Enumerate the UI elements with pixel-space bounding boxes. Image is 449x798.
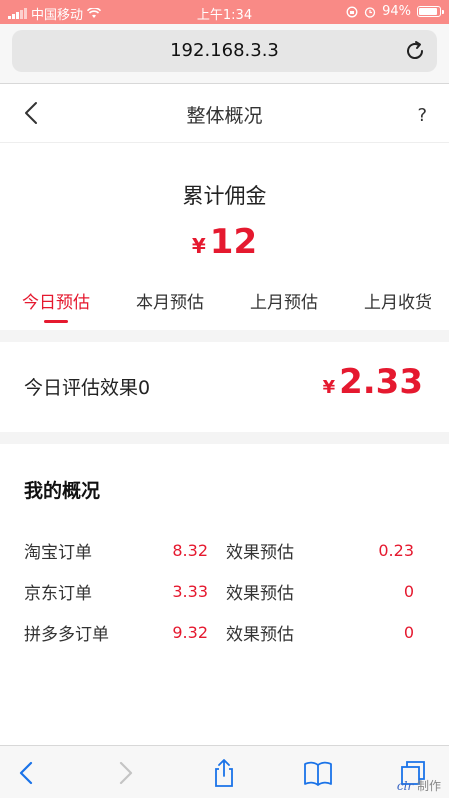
list-item: 淘宝订单 8.32 效果预估 0.23	[24, 530, 414, 571]
browser-back-icon[interactable]	[12, 758, 42, 788]
battery-fill	[419, 8, 437, 15]
alarm-icon	[364, 6, 376, 18]
order-amount: 8.32	[172, 541, 208, 560]
order-amount: 3.33	[172, 582, 208, 601]
tab-last-month-estimate[interactable]: 上月预估	[250, 288, 318, 323]
battery-icon	[417, 6, 444, 17]
overview-title: 我的概况	[24, 480, 101, 502]
watermark: clr 制作	[396, 779, 441, 793]
url-text: 192.168.3.3	[170, 40, 279, 61]
watermark-text: 制作	[416, 779, 441, 793]
tab-last-month-received[interactable]: 上月收货	[364, 288, 432, 323]
browser-forward-icon[interactable]	[110, 758, 140, 788]
effect-estimate-value: 0	[403, 623, 414, 642]
browser-toolbar: clr 制作	[0, 745, 449, 798]
order-source-label: 拼多多订单	[24, 625, 109, 645]
today-estimate-value: 2.33	[339, 362, 423, 402]
today-estimate-label: 今日评估效果0	[24, 377, 151, 399]
page-title: 整体概况	[186, 105, 263, 127]
total-commission-amount: ¥12	[0, 222, 449, 262]
currency-symbol: ¥	[191, 234, 206, 258]
section-divider	[0, 330, 449, 342]
battery-percent: 94%	[382, 4, 411, 19]
url-field[interactable]: 192.168.3.3	[12, 30, 437, 72]
currency-symbol: ¥	[322, 377, 336, 398]
period-tabs: 今日预估 本月预估 上月预估 上月收货	[22, 288, 432, 323]
order-amount: 9.32	[172, 623, 208, 642]
share-icon[interactable]	[209, 758, 239, 788]
effect-estimate-label: 效果预估	[226, 625, 294, 645]
effect-estimate-label: 效果预估	[226, 543, 294, 563]
total-commission-value: 12	[209, 222, 258, 262]
list-item: 拼多多订单 9.32 效果预估 0	[24, 612, 414, 653]
order-source-label: 淘宝订单	[24, 543, 92, 563]
total-commission-label: 累计佣金	[182, 184, 267, 208]
tab-today-estimate[interactable]: 今日预估	[22, 288, 90, 323]
page-header: 整体概况 ?	[0, 85, 449, 143]
tab-month-estimate[interactable]: 本月预估	[136, 288, 204, 323]
effect-estimate-value: 0.23	[378, 541, 414, 560]
overview-list: 淘宝订单 8.32 效果预估 0.23 京东订单 3.33 效果预估 0 拼多多…	[24, 530, 414, 653]
status-right: 94%	[346, 4, 444, 19]
order-source-label: 京东订单	[24, 584, 92, 604]
status-bar: 中国移动 上午1:34 94%	[0, 0, 449, 24]
today-estimate-amount: ¥2.33	[323, 362, 423, 402]
bookmarks-icon[interactable]	[303, 758, 333, 788]
reload-icon[interactable]	[403, 39, 427, 63]
list-item: 京东订单 3.33 效果预估 0	[24, 571, 414, 612]
help-button[interactable]: ?	[417, 105, 427, 126]
browser-bar: 192.168.3.3	[0, 24, 449, 84]
effect-estimate-label: 效果预估	[226, 584, 294, 604]
section-divider	[0, 432, 449, 444]
rotation-lock-icon	[346, 6, 358, 17]
effect-estimate-value: 0	[403, 582, 414, 601]
